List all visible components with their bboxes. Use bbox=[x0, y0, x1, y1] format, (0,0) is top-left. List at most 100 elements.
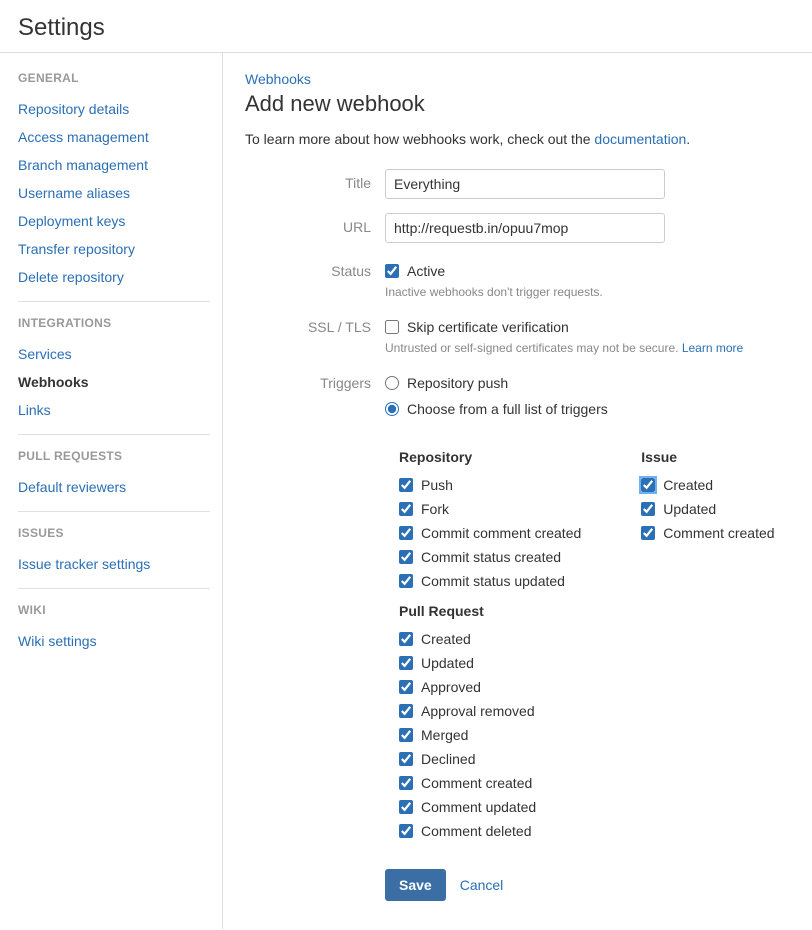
trigger-repo-push-radio[interactable] bbox=[385, 376, 399, 390]
trigger-checkbox[interactable] bbox=[399, 478, 413, 492]
trigger-item[interactable]: Comment deleted bbox=[399, 819, 581, 843]
cancel-button[interactable]: Cancel bbox=[460, 877, 504, 893]
triggers-left-col: Repository Push Fork Commit comment created… bbox=[399, 439, 581, 843]
trigger-label: Commit status created bbox=[421, 549, 561, 565]
sidebar-heading: PULL REQUESTS bbox=[18, 449, 210, 463]
sidebar-item-default-reviewers[interactable]: Default reviewers bbox=[18, 473, 210, 501]
trigger-label: Fork bbox=[421, 501, 449, 517]
trigger-item[interactable]: Comment created bbox=[399, 771, 581, 795]
sidebar-heading: WIKI bbox=[18, 603, 210, 617]
trigger-item[interactable]: Approval removed bbox=[399, 699, 581, 723]
ssl-skip-label: Skip certificate verification bbox=[407, 319, 569, 335]
trigger-item[interactable]: Created bbox=[641, 473, 774, 497]
sidebar-item-issue-tracker-settings[interactable]: Issue tracker settings bbox=[18, 550, 210, 578]
trigger-group-heading: Issue bbox=[641, 449, 774, 465]
trigger-checkbox[interactable] bbox=[399, 752, 413, 766]
trigger-checkbox[interactable] bbox=[641, 478, 655, 492]
trigger-label: Commit status updated bbox=[421, 573, 565, 589]
sidebar-item-repository-details[interactable]: Repository details bbox=[18, 95, 210, 123]
sidebar-item-username-aliases[interactable]: Username aliases bbox=[18, 179, 210, 207]
trigger-checkbox[interactable] bbox=[641, 502, 655, 516]
trigger-label: Comment created bbox=[663, 525, 774, 541]
trigger-item[interactable]: Declined bbox=[399, 747, 581, 771]
trigger-checkbox[interactable] bbox=[641, 526, 655, 540]
trigger-label: Updated bbox=[663, 501, 716, 517]
trigger-label: Approval removed bbox=[421, 703, 535, 719]
page-heading: Settings bbox=[18, 14, 794, 42]
trigger-item[interactable]: Comment created bbox=[641, 521, 774, 545]
triggers-right-col: Issue Created Updated Comment created bbox=[641, 439, 774, 843]
trigger-label: Updated bbox=[421, 655, 474, 671]
trigger-label: Comment created bbox=[421, 775, 532, 791]
trigger-checkbox[interactable] bbox=[399, 526, 413, 540]
title-label: Title bbox=[245, 169, 385, 191]
trigger-item[interactable]: Approved bbox=[399, 675, 581, 699]
sidebar-heading: ISSUES bbox=[18, 526, 210, 540]
url-label: URL bbox=[245, 213, 385, 235]
ssl-skip-checkbox[interactable] bbox=[385, 320, 399, 334]
trigger-checkbox[interactable] bbox=[399, 800, 413, 814]
trigger-label: Push bbox=[421, 477, 453, 493]
sidebar-item-links[interactable]: Links bbox=[18, 396, 210, 424]
trigger-checkbox[interactable] bbox=[399, 704, 413, 718]
triggers-detail: Repository Push Fork Commit comment created… bbox=[399, 439, 792, 843]
main-content: Webhooks Add new webhook To learn more a… bbox=[222, 53, 812, 929]
trigger-checkbox[interactable] bbox=[399, 656, 413, 670]
page-header: Settings bbox=[0, 0, 812, 53]
ssl-hint: Untrusted or self-signed certificates ma… bbox=[385, 341, 792, 355]
trigger-full-list-radio[interactable] bbox=[385, 402, 399, 416]
sidebar-item-access-management[interactable]: Access management bbox=[18, 123, 210, 151]
status-label: Status bbox=[245, 257, 385, 279]
status-hint: Inactive webhooks don't trigger requests… bbox=[385, 285, 792, 299]
trigger-checkbox[interactable] bbox=[399, 574, 413, 588]
sidebar-item-webhooks[interactable]: Webhooks bbox=[18, 368, 210, 396]
trigger-checkbox[interactable] bbox=[399, 632, 413, 646]
trigger-item[interactable]: Updated bbox=[641, 497, 774, 521]
learn-more-link[interactable]: Learn more bbox=[682, 341, 743, 355]
trigger-item[interactable]: Push bbox=[399, 473, 581, 497]
sidebar-item-branch-management[interactable]: Branch management bbox=[18, 151, 210, 179]
trigger-label: Commit comment created bbox=[421, 525, 581, 541]
breadcrumb[interactable]: Webhooks bbox=[245, 71, 311, 87]
sidebar-item-wiki-settings[interactable]: Wiki settings bbox=[18, 627, 210, 655]
trigger-label: Comment deleted bbox=[421, 823, 532, 839]
intro-text: To learn more about how webhooks work, c… bbox=[245, 131, 792, 147]
trigger-label: Created bbox=[421, 631, 471, 647]
trigger-item[interactable]: Comment updated bbox=[399, 795, 581, 819]
trigger-repo-push-label: Repository push bbox=[407, 375, 508, 391]
trigger-label: Declined bbox=[421, 751, 475, 767]
trigger-item[interactable]: Updated bbox=[399, 651, 581, 675]
sidebar-item-deployment-keys[interactable]: Deployment keys bbox=[18, 207, 210, 235]
page-title: Add new webhook bbox=[245, 91, 792, 117]
trigger-checkbox[interactable] bbox=[399, 728, 413, 742]
documentation-link[interactable]: documentation bbox=[594, 131, 686, 147]
trigger-checkbox[interactable] bbox=[399, 776, 413, 790]
url-input[interactable] bbox=[385, 213, 665, 243]
trigger-group-heading: Pull Request bbox=[399, 603, 581, 619]
trigger-item[interactable]: Commit status created bbox=[399, 545, 581, 569]
title-input[interactable] bbox=[385, 169, 665, 199]
triggers-radio-group: Repository push Choose from a full list … bbox=[385, 369, 792, 421]
trigger-label: Approved bbox=[421, 679, 481, 695]
trigger-checkbox[interactable] bbox=[399, 502, 413, 516]
trigger-checkbox[interactable] bbox=[399, 680, 413, 694]
sidebar-heading: INTEGRATIONS bbox=[18, 316, 210, 330]
trigger-label: Comment updated bbox=[421, 799, 536, 815]
save-button[interactable]: Save bbox=[385, 869, 446, 901]
trigger-checkbox[interactable] bbox=[399, 550, 413, 564]
trigger-label: Created bbox=[663, 477, 713, 493]
trigger-item[interactable]: Merged bbox=[399, 723, 581, 747]
trigger-item[interactable]: Fork bbox=[399, 497, 581, 521]
trigger-checkbox[interactable] bbox=[399, 824, 413, 838]
triggers-label: Triggers bbox=[245, 369, 385, 391]
sidebar-item-services[interactable]: Services bbox=[18, 340, 210, 368]
sidebar-item-delete-repository[interactable]: Delete repository bbox=[18, 263, 210, 291]
sidebar: GENERALRepository detailsAccess manageme… bbox=[0, 53, 210, 929]
trigger-full-list-label: Choose from a full list of triggers bbox=[407, 401, 608, 417]
trigger-item[interactable]: Created bbox=[399, 627, 581, 651]
trigger-item[interactable]: Commit comment created bbox=[399, 521, 581, 545]
status-active-checkbox[interactable] bbox=[385, 264, 399, 278]
trigger-group-heading: Repository bbox=[399, 449, 581, 465]
trigger-item[interactable]: Commit status updated bbox=[399, 569, 581, 593]
sidebar-item-transfer-repository[interactable]: Transfer repository bbox=[18, 235, 210, 263]
